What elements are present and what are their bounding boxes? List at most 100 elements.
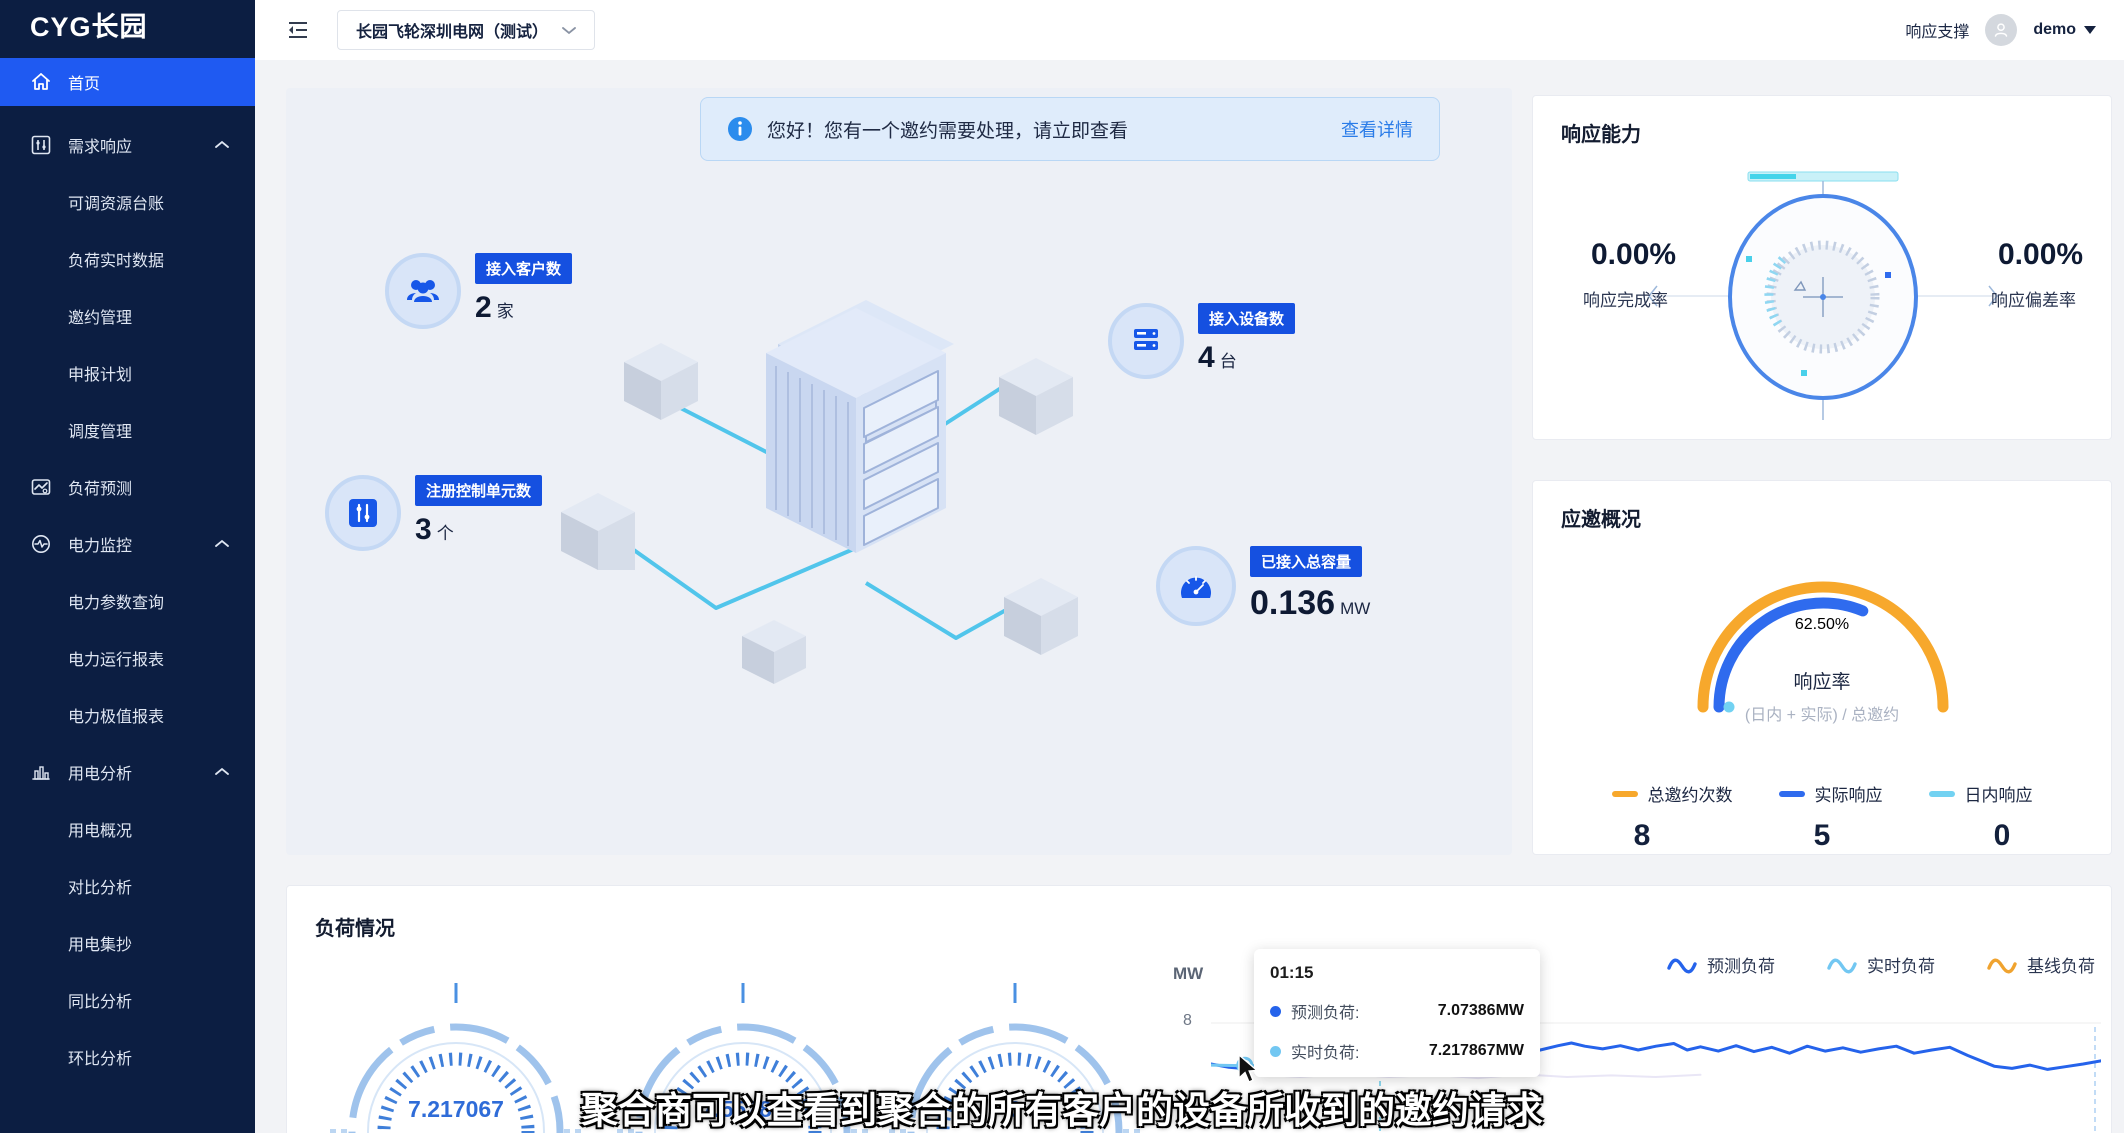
invite-legend-values: 8 5 0 bbox=[1533, 819, 2111, 853]
sidebar-item-meter-reading[interactable]: 用电集抄 bbox=[0, 914, 255, 971]
sidebar-item-power-operation-report[interactable]: 电力运行报表 bbox=[0, 629, 255, 686]
sidebar-item-label: 对比分析 bbox=[68, 874, 132, 898]
stat-unit: 个 bbox=[437, 519, 454, 544]
sidebar-group-electricity-analysis[interactable]: 用电分析 bbox=[0, 743, 255, 800]
sliders-icon bbox=[30, 134, 52, 156]
total-invites-count: 8 bbox=[1612, 819, 1672, 853]
chart-tooltip: 01:15 预测负荷: 7.07386MW 实时负荷: 7.217867MW bbox=[1254, 949, 1540, 1077]
sidebar-item-load-realtime-data[interactable]: 负荷实时数据 bbox=[0, 230, 255, 287]
sidebar-item-dispatch-management[interactable]: 调度管理 bbox=[0, 401, 255, 458]
legend-intraday-response[interactable]: 日内响应 bbox=[1929, 781, 2033, 806]
bar-chart-icon bbox=[30, 761, 52, 783]
chevron-up-icon bbox=[215, 767, 229, 776]
sidebar-group-demand-response[interactable]: 需求响应 bbox=[0, 116, 255, 173]
intraday-response-count: 0 bbox=[1972, 819, 2032, 853]
legend-baseline-load[interactable]: 基线负荷 bbox=[1987, 952, 2095, 977]
server-icon bbox=[1108, 303, 1184, 379]
sidebar-item-declaration-plan[interactable]: 申报计划 bbox=[0, 344, 255, 401]
load-panel-title: 负荷情况 bbox=[315, 912, 395, 941]
menu-collapse-icon[interactable] bbox=[287, 21, 309, 39]
sidebar-item-adjustable-resources[interactable]: 可调资源台账 bbox=[0, 173, 255, 230]
response-ability-title: 响应能力 bbox=[1561, 118, 1641, 147]
realtime-dot bbox=[1270, 1046, 1281, 1057]
user-menu[interactable]: demo bbox=[2033, 21, 2096, 39]
sidebar-group-label: 电力监控 bbox=[68, 532, 132, 556]
org-selector-dropdown[interactable]: 长园飞轮深圳电网（测试） bbox=[337, 10, 595, 50]
response-rate-value: 62.50% bbox=[1533, 616, 2111, 634]
completion-rate-value: 0.00% bbox=[1591, 238, 1676, 272]
tooltip-label: 实时负荷: bbox=[1291, 1039, 1359, 1063]
sidebar-item-label: 电力参数查询 bbox=[68, 589, 164, 613]
stat-label-badge: 已接入总容量 bbox=[1250, 546, 1362, 577]
wave-swatch-orange bbox=[1987, 956, 2017, 974]
overview-panel: 您好！您有一个邀约需要处理，请立即查看 查看详情 bbox=[286, 88, 1512, 855]
stat-label-badge: 接入设备数 bbox=[1198, 303, 1295, 334]
stat-total-capacity: 已接入总容量 0.136 MW bbox=[1156, 546, 1370, 626]
control-sliders-icon bbox=[325, 475, 401, 551]
invite-overview-title: 应邀概况 bbox=[1561, 503, 1641, 532]
sidebar-item-electricity-overview[interactable]: 用电概况 bbox=[0, 800, 255, 857]
legend-swatch-orange bbox=[1612, 791, 1638, 797]
chevron-up-icon bbox=[215, 140, 229, 149]
view-details-link[interactable]: 查看详情 bbox=[1341, 116, 1413, 142]
sidebar-item-invitation-management[interactable]: 邀约管理 bbox=[0, 287, 255, 344]
legend-total-invites[interactable]: 总邀约次数 bbox=[1612, 781, 1733, 806]
forecast-chart-icon bbox=[30, 476, 52, 498]
legend-label: 实际响应 bbox=[1815, 781, 1883, 806]
y-axis-tick: 8 bbox=[1183, 1012, 1192, 1030]
gauge-icon bbox=[1156, 546, 1236, 626]
y-axis-unit: MW bbox=[1173, 964, 1203, 984]
dial-value-1: 7.217067 bbox=[371, 1096, 541, 1123]
app-logo: CYG长园 bbox=[0, 0, 255, 48]
legend-swatch-lightblue bbox=[1929, 791, 1955, 797]
deviation-rate-label: 响应偏差率 bbox=[1991, 286, 2076, 311]
org-selector-value: 长园飞轮深圳电网（测试） bbox=[356, 18, 548, 42]
legend-actual-response[interactable]: 实际响应 bbox=[1779, 781, 1883, 806]
stat-value: 4 bbox=[1198, 341, 1215, 375]
info-icon bbox=[727, 116, 753, 142]
sidebar-item-label: 电力极值报表 bbox=[68, 703, 164, 727]
sidebar-item-label: 用电概况 bbox=[68, 817, 132, 841]
notification-banner: 您好！您有一个邀约需要处理，请立即查看 查看详情 bbox=[700, 97, 1440, 161]
sidebar-item-label: 调度管理 bbox=[68, 418, 132, 442]
chevron-up-icon bbox=[215, 539, 229, 548]
sidebar-group-power-monitoring[interactable]: 电力监控 bbox=[0, 515, 255, 572]
legend-forecast-load[interactable]: 预测负荷 bbox=[1667, 952, 1775, 977]
sidebar-item-power-extreme-report[interactable]: 电力极值报表 bbox=[0, 686, 255, 743]
sidebar-item-yoy-analysis[interactable]: 同比分析 bbox=[0, 971, 255, 1028]
stat-value: 0.136 bbox=[1250, 584, 1335, 623]
chevron-down-icon bbox=[562, 26, 576, 35]
tooltip-time: 01:15 bbox=[1270, 963, 1524, 983]
stat-unit: 台 bbox=[1220, 347, 1237, 372]
app-root: CYG长园 首页 需求响应 可调资源台账 负荷实时数据 邀约管理 申报计划 bbox=[0, 0, 2124, 1133]
sidebar-item-load-forecast[interactable]: 负荷预测 bbox=[0, 458, 255, 515]
invite-legend: 总邀约次数 实际响应 日内响应 bbox=[1533, 781, 2111, 806]
username-label: demo bbox=[2033, 21, 2076, 39]
sidebar-item-label: 可调资源台账 bbox=[68, 190, 164, 214]
wave-swatch-lightblue bbox=[1827, 956, 1857, 974]
wave-swatch-blue bbox=[1667, 956, 1697, 974]
stat-unit: 家 bbox=[497, 297, 514, 322]
avatar[interactable] bbox=[1985, 14, 2017, 46]
sidebar-item-label: 申报计划 bbox=[68, 361, 132, 385]
tooltip-value: 7.217867MW bbox=[1429, 1042, 1524, 1060]
sidebar-item-label: 用电集抄 bbox=[68, 931, 132, 955]
sidebar-group-label: 用电分析 bbox=[68, 760, 132, 784]
sidebar-item-home[interactable]: 首页 bbox=[0, 58, 255, 106]
deviation-rate-value: 0.00% bbox=[1998, 238, 2083, 272]
legend-realtime-load[interactable]: 实时负荷 bbox=[1827, 952, 1935, 977]
invite-overview-card: 应邀概况 62.50% 响应率 (日内 + 实际) / 总邀约 总邀约次数 实际… bbox=[1532, 480, 2112, 855]
video-subtitle: 聚合商可以查看到聚合的所有客户的设备所收到的邀约请求 bbox=[581, 1080, 1543, 1133]
sidebar-item-comparison-analysis[interactable]: 对比分析 bbox=[0, 857, 255, 914]
stat-value: 2 bbox=[475, 291, 492, 325]
user-icon bbox=[1992, 21, 2010, 39]
stat-connected-devices: 接入设备数 4 台 bbox=[1108, 303, 1295, 379]
tooltip-label: 预测负荷: bbox=[1291, 999, 1359, 1023]
response-support-link[interactable]: 响应支撑 bbox=[1905, 18, 1969, 42]
sidebar-item-mom-analysis[interactable]: 环比分析 bbox=[0, 1028, 255, 1085]
stat-registered-control-units: 注册控制单元数 3 个 bbox=[325, 475, 542, 551]
sidebar-item-label: 电力运行报表 bbox=[68, 646, 164, 670]
response-rate-formula: (日内 + 实际) / 总邀约 bbox=[1533, 701, 2111, 725]
sidebar-item-power-parameter-query[interactable]: 电力参数查询 bbox=[0, 572, 255, 629]
sidebar-group-label: 需求响应 bbox=[68, 133, 132, 157]
